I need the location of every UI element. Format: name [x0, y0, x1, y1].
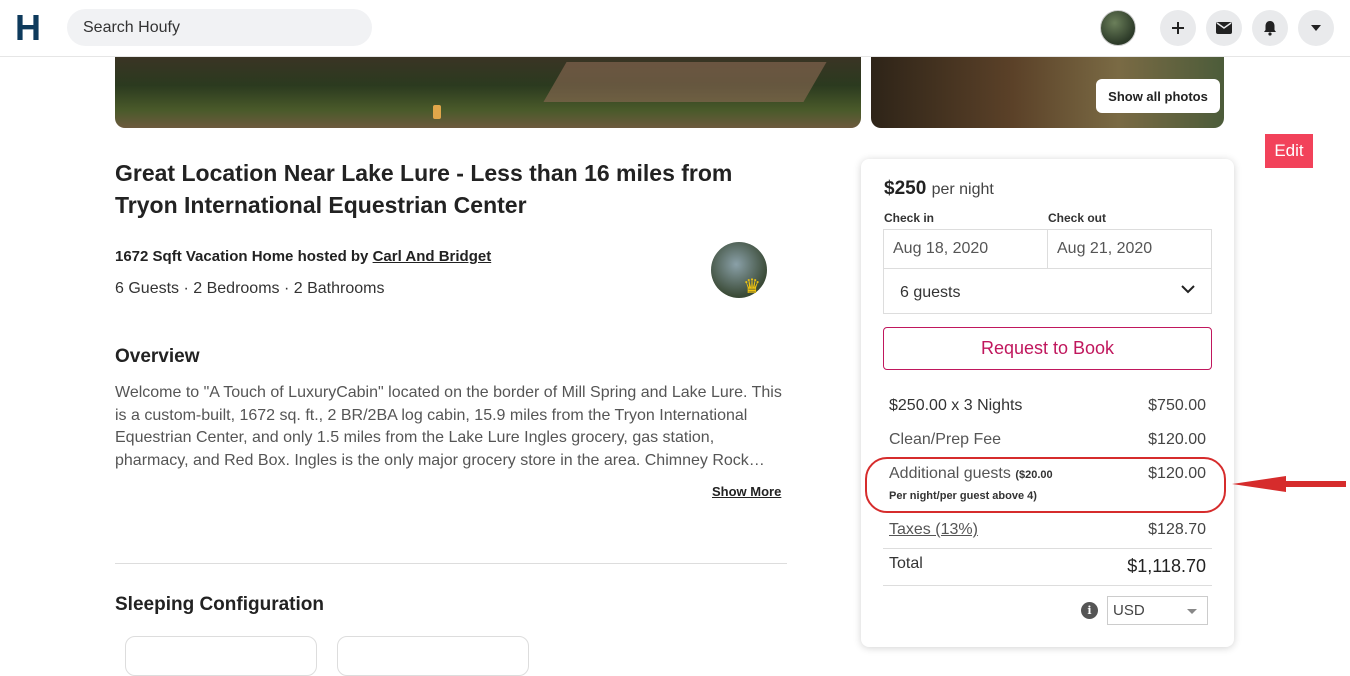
- caret-down-icon: [1187, 609, 1197, 614]
- currency-value: USD: [1113, 602, 1145, 619]
- guests-select[interactable]: 6 guests: [883, 268, 1212, 314]
- bell-icon[interactable]: [1252, 10, 1288, 46]
- nights-label: $250.00 x 3 Nights: [889, 397, 1023, 414]
- bedroom-card: [125, 636, 317, 676]
- host-prefix: 1672 Sqft Vacation Home hosted by: [115, 248, 373, 265]
- currency-select[interactable]: USD: [1107, 596, 1208, 625]
- check-out-field[interactable]: Aug 21, 2020: [1047, 229, 1212, 269]
- cleaning-fee-value: $120.00: [1148, 431, 1206, 448]
- annotation-arrow-icon: [1232, 476, 1346, 492]
- chevron-down-icon: [1181, 285, 1195, 294]
- listing-title: Great Location Near Lake Lure - Less tha…: [115, 160, 733, 218]
- overview-text: Welcome to "A Touch of LuxuryCabin" loca…: [115, 384, 782, 469]
- taxes-value: $128.70: [1148, 521, 1206, 538]
- taxes-link[interactable]: Taxes (13%): [889, 521, 978, 539]
- show-more-link[interactable]: Show More: [712, 484, 781, 499]
- host-name-link[interactable]: Carl And Bridget: [373, 248, 492, 265]
- annotation-highlight-ellipse: [865, 457, 1226, 513]
- cleaning-fee-label: Clean/Prep Fee: [889, 431, 1002, 448]
- check-in-label: Check in: [884, 211, 935, 225]
- nightly-price: $250 per night: [884, 178, 994, 200]
- bedroom-card: [337, 636, 529, 676]
- houfy-logo[interactable]: H: [15, 10, 41, 46]
- top-navbar: H: [0, 0, 1350, 57]
- total-divider-top: [883, 548, 1212, 549]
- show-all-photos-button[interactable]: Show all photos: [1096, 79, 1220, 113]
- price-amount: $250: [884, 178, 927, 199]
- search-input[interactable]: [67, 9, 372, 46]
- sleeping-configuration-heading: Sleeping Configuration: [115, 594, 324, 615]
- total-label: Total: [889, 555, 923, 572]
- total-divider-bottom: [883, 585, 1212, 586]
- crown-icon: ♛: [743, 276, 761, 298]
- listing-stats: 6 Guests · 2 Bedrooms · 2 Bathrooms: [115, 280, 385, 297]
- host-line: 1672 Sqft Vacation Home hosted by Carl A…: [115, 248, 491, 265]
- listing-photo-main[interactable]: [115, 57, 861, 128]
- request-to-book-button[interactable]: Request to Book: [883, 327, 1212, 370]
- mail-icon[interactable]: [1206, 10, 1242, 46]
- overview-heading: Overview: [115, 346, 200, 367]
- photo-path-detail: [543, 62, 827, 102]
- info-icon[interactable]: i: [1081, 602, 1098, 619]
- nights-value: $750.00: [1148, 397, 1206, 414]
- user-avatar[interactable]: [1100, 10, 1136, 46]
- chevron-down-icon[interactable]: [1298, 10, 1334, 46]
- check-in-field[interactable]: Aug 18, 2020: [883, 229, 1048, 269]
- total-value: $1,118.70: [1127, 556, 1206, 576]
- edit-button[interactable]: Edit: [1265, 134, 1313, 168]
- check-out-label: Check out: [1048, 211, 1107, 225]
- price-unit: per night: [931, 181, 994, 198]
- photo-lamp-detail: [433, 105, 441, 119]
- guests-value: 6 guests: [900, 284, 961, 301]
- section-divider: [115, 563, 787, 564]
- plus-icon[interactable]: [1160, 10, 1196, 46]
